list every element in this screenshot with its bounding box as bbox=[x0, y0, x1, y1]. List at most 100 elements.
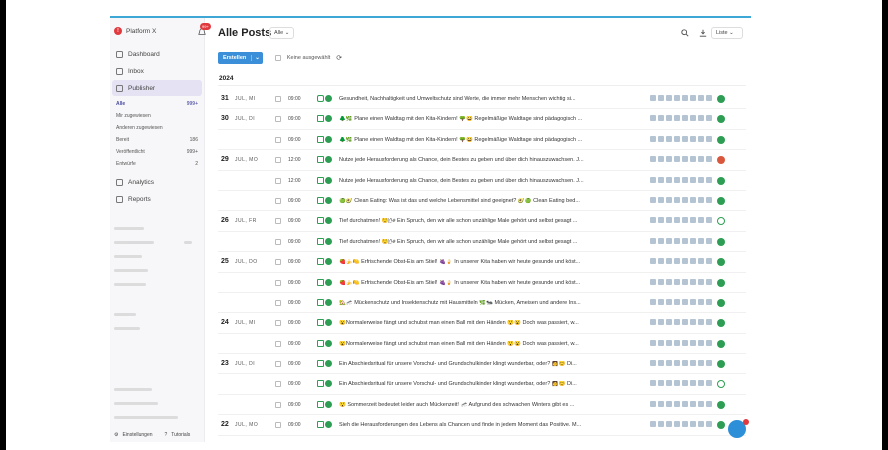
blurred-footer-item[interactable] bbox=[114, 396, 178, 410]
post-row[interactable]: 09:00 Ein Abschiedsritual für unsere Vors… bbox=[218, 374, 746, 395]
row-checkbox[interactable] bbox=[275, 96, 281, 102]
post-row[interactable]: 09:00 😯 Sommerzeit bedeutet leider auch M… bbox=[218, 395, 746, 416]
post-row[interactable]: 09:00 Tief durchatmen! 😌🌬 Ein Spruch, den… bbox=[218, 232, 746, 253]
post-row[interactable]: 31 JUL, MI 09:00 Gesundheit, Nachhaltigkeit… bbox=[218, 89, 746, 110]
create-button[interactable]: Erstellen ⌄ bbox=[218, 52, 263, 64]
post-text[interactable]: Gesundheit, Nachhaltigkeit und Umweltsch… bbox=[339, 96, 629, 102]
post-text[interactable]: Nutze jede Herausforderung als Chance, d… bbox=[339, 178, 629, 184]
blurred-nav-item[interactable] bbox=[114, 235, 200, 249]
post-status-icon[interactable] bbox=[717, 339, 725, 348]
row-checkbox[interactable] bbox=[275, 422, 281, 429]
post-text[interactable]: 🌲🌿 Plane einen Waldtag mit den Kita-Kind… bbox=[339, 137, 629, 143]
row-checkbox[interactable] bbox=[275, 136, 281, 143]
post-text[interactable]: 🍓🍌🍋 Erfrischende Obst-Eis am Stiel! 🍇🍦 I… bbox=[339, 259, 629, 265]
post-status-icon[interactable] bbox=[717, 237, 725, 246]
post-text[interactable]: Tief durchatmen! 😌🌬 Ein Spruch, den wir … bbox=[339, 239, 629, 245]
post-row[interactable]: 12:00 Nutze jede Herausforderung als Chan… bbox=[218, 171, 746, 191]
subnav-item-entwuerfe[interactable]: Entwürfe 2 bbox=[112, 158, 202, 170]
row-checkbox[interactable] bbox=[275, 340, 281, 347]
sidebar-item-reports[interactable]: Reports bbox=[112, 191, 202, 207]
view-select[interactable]: Liste ⌄ bbox=[711, 27, 743, 39]
row-checkbox[interactable] bbox=[275, 361, 281, 368]
row-checkbox[interactable] bbox=[275, 116, 281, 123]
post-row[interactable]: 23 JUL, DI 09:00 Ein Abschiedsritual für un… bbox=[218, 354, 746, 375]
post-row[interactable]: 30 JUL, DI 09:00 🌲🌿 Plane einen Waldtag mit… bbox=[218, 109, 746, 130]
blurred-nav-item[interactable] bbox=[114, 221, 200, 235]
post-status-icon[interactable] bbox=[717, 298, 725, 307]
post-row[interactable]: 26 JUL, FR 09:00 Tief durchatmen! 😌🌬 Ein Sp… bbox=[218, 211, 746, 232]
sidebar-item-publisher[interactable]: Publisher bbox=[112, 80, 202, 96]
footer-tutorials-label[interactable]: Tutorials bbox=[171, 432, 190, 438]
post-status-icon[interactable] bbox=[717, 319, 725, 328]
post-status-icon[interactable] bbox=[717, 196, 725, 205]
post-row[interactable]: 22 JUL, MO 09:00 Sieh die Herausforderungen… bbox=[218, 415, 746, 436]
download-icon[interactable] bbox=[699, 29, 707, 37]
post-status-icon[interactable] bbox=[717, 176, 725, 185]
post-text[interactable]: 🍓🍌🍋 Erfrischende Obst-Eis am Stiel! 🍇🍦 I… bbox=[339, 280, 629, 286]
sidebar-item-dashboard[interactable]: Dashboard bbox=[112, 46, 202, 62]
post-text[interactable]: Ein Abschiedsritual für unsere Vorschul-… bbox=[339, 361, 629, 367]
select-all-checkbox[interactable] bbox=[274, 55, 281, 61]
subnav-item-anderen-zugewiesen[interactable]: Anderen zugewiesen bbox=[112, 122, 202, 134]
row-checkbox[interactable] bbox=[275, 157, 281, 164]
post-text[interactable]: 🌲🌿 Plane einen Waldtag mit den Kita-Kind… bbox=[339, 116, 629, 122]
sidebar-item-inbox[interactable]: Inbox bbox=[112, 63, 202, 79]
post-text[interactable]: Tief durchatmen! 😌🌬 Ein Spruch, den wir … bbox=[339, 218, 629, 224]
row-checkbox[interactable] bbox=[275, 177, 281, 184]
post-text[interactable]: Sieh die Herausforderungen des Lebens al… bbox=[339, 422, 629, 428]
post-row[interactable]: 09:00 🍏🥑 Clean Eating: Was ist das und we… bbox=[218, 191, 746, 212]
row-checkbox[interactable] bbox=[275, 218, 281, 225]
subnav-item-veroeffentlicht[interactable]: Veröffentlicht 999+ bbox=[112, 146, 202, 158]
post-text[interactable]: Nutze jede Herausforderung als Chance, d… bbox=[339, 157, 629, 163]
post-row[interactable]: 09:00 🏡🦟 Mückenschutz und Insektenschutz … bbox=[218, 293, 746, 314]
post-status-icon[interactable] bbox=[717, 380, 725, 389]
refresh-icon[interactable]: ⟳ bbox=[336, 54, 342, 62]
blurred-footer-item[interactable] bbox=[114, 382, 178, 396]
post-status-icon[interactable] bbox=[717, 217, 725, 226]
post-text[interactable]: 🍏🥑 Clean Eating: Was ist das und welche … bbox=[339, 198, 629, 204]
post-status-icon[interactable] bbox=[717, 156, 725, 165]
post-row[interactable]: 24 JUL, MI 09:00 😮Normalerweise fängt und s… bbox=[218, 313, 746, 334]
row-checkbox[interactable] bbox=[275, 381, 281, 388]
footer-settings[interactable]: ⚙ Einstellungen ? Tutorials bbox=[114, 432, 190, 438]
post-text[interactable]: Ein Abschiedsritual für unsere Vorschul-… bbox=[339, 381, 629, 387]
row-checkbox[interactable] bbox=[275, 299, 281, 306]
post-text[interactable]: 🏡🦟 Mückenschutz und Insektenschutz mit H… bbox=[339, 300, 629, 306]
row-checkbox[interactable] bbox=[275, 238, 281, 245]
post-status-icon[interactable] bbox=[717, 95, 725, 103]
filter-select[interactable]: Alle ⌄ bbox=[269, 27, 295, 39]
brand[interactable]: ! Platform X bbox=[114, 27, 156, 35]
post-status-icon[interactable] bbox=[717, 400, 725, 409]
post-row[interactable]: 09:00 🌲🌿 Plane einen Waldtag mit den Kita… bbox=[218, 130, 746, 151]
post-row[interactable]: 09:00 🍓🍌🍋 Erfrischende Obst-Eis am Stiel!… bbox=[218, 273, 746, 293]
post-status-icon[interactable] bbox=[717, 278, 725, 287]
chevron-down-icon[interactable]: ⌄ bbox=[251, 55, 263, 61]
blurred-nav-item[interactable] bbox=[114, 307, 200, 321]
post-status-icon[interactable] bbox=[717, 258, 725, 267]
row-checkbox[interactable] bbox=[275, 197, 281, 204]
blurred-nav-item[interactable] bbox=[114, 263, 200, 277]
post-text[interactable]: 😮Normalerweise fängt und schubst man ein… bbox=[339, 341, 629, 347]
post-row[interactable]: 29 JUL, MO 12:00 Nutze jede Herausforderung… bbox=[218, 150, 746, 171]
post-status-icon[interactable] bbox=[717, 135, 725, 144]
post-status-icon[interactable] bbox=[717, 115, 725, 124]
row-checkbox[interactable] bbox=[275, 259, 281, 266]
blurred-nav-item[interactable] bbox=[114, 321, 200, 335]
post-row[interactable]: 25 JUL, DO 09:00 🍓🍌🍋 Erfrischende Obst-Eis … bbox=[218, 252, 746, 273]
post-text[interactable]: 😮Normalerweise fängt und schubst man ein… bbox=[339, 320, 629, 326]
post-row[interactable]: 09:00 😮Normalerweise fängt und schubst ma… bbox=[218, 334, 746, 355]
blurred-nav-item[interactable] bbox=[114, 277, 200, 291]
blurred-nav-item[interactable] bbox=[114, 249, 200, 263]
search-icon[interactable] bbox=[681, 29, 689, 37]
post-status-icon[interactable] bbox=[717, 421, 725, 430]
post-text[interactable]: 😯 Sommerzeit bedeutet leider auch Mücken… bbox=[339, 402, 629, 408]
row-checkbox[interactable] bbox=[275, 279, 281, 286]
subnav-item-mir-zugewiesen[interactable]: Mir zugewiesen bbox=[112, 110, 202, 122]
row-checkbox[interactable] bbox=[275, 320, 281, 327]
post-status-icon[interactable] bbox=[717, 360, 725, 369]
subnav-item-alle[interactable]: Alle 999+ bbox=[112, 98, 202, 110]
sidebar-item-analytics[interactable]: Analytics bbox=[112, 174, 202, 190]
subnav-item-bereit[interactable]: Bereit 186 bbox=[112, 134, 202, 146]
blurred-footer-item[interactable] bbox=[114, 410, 178, 424]
row-checkbox[interactable] bbox=[275, 401, 281, 408]
